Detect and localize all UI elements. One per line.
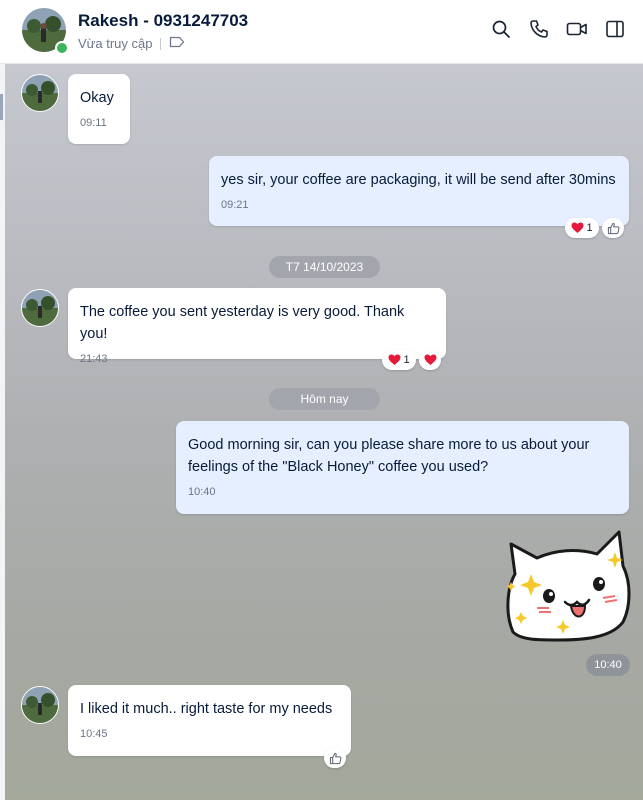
header-actions (489, 17, 627, 41)
message-bubble-incoming[interactable]: Okay 09:11 (68, 74, 130, 144)
heart-icon (424, 354, 436, 365)
status-divider (160, 37, 162, 50)
like-reaction-button[interactable] (324, 748, 346, 768)
message-text: The coffee you sent yesterday is very go… (80, 304, 405, 342)
contact-name[interactable]: Rakesh - 0931247703 (78, 11, 248, 31)
chat-header: Rakesh - 0931247703 Vừa truy cập (0, 0, 643, 64)
date-separator: T7 14/10/2023 (269, 256, 380, 278)
message-time: 09:21 (221, 199, 249, 211)
cat-sticker[interactable] (503, 522, 631, 646)
heart-reaction-badge[interactable]: 1 (565, 218, 599, 238)
sender-avatar[interactable] (21, 686, 59, 724)
tag-icon[interactable] (169, 36, 185, 51)
contact-status-line: Vừa truy cập (78, 36, 185, 51)
phone-icon[interactable] (527, 17, 551, 41)
reaction-count: 1 (403, 354, 410, 366)
thumbs-up-icon (607, 222, 619, 234)
search-icon[interactable] (489, 17, 513, 41)
sidebar-toggle-icon[interactable] (603, 17, 627, 41)
edge-marker (0, 94, 3, 120)
message-bubble-incoming[interactable]: I liked it much.. right taste for my nee… (68, 685, 351, 756)
contact-status: Vừa truy cập (78, 36, 153, 51)
message-text: Good morning sir, can you please share m… (188, 437, 590, 475)
thumbs-up-icon (329, 752, 341, 764)
video-call-icon[interactable] (565, 17, 589, 41)
heart-reaction-badge[interactable]: 1 (382, 350, 416, 370)
message-bubble-outgoing[interactable]: Good morning sir, can you please share m… (176, 421, 629, 514)
message-text: Okay (80, 90, 114, 106)
sender-avatar[interactable] (21, 289, 59, 327)
message-bubble-incoming[interactable]: The coffee you sent yesterday is very go… (68, 288, 446, 365)
message-bubble-outgoing[interactable]: yes sir, your coffee are packaging, it w… (209, 156, 629, 226)
message-text: yes sir, your coffee are packaging, it w… (221, 172, 616, 188)
message-text: I liked it much.. right taste for my nee… (80, 701, 333, 717)
reaction-count: 1 (586, 222, 593, 234)
date-separator: Hôm nay (269, 388, 380, 410)
message-time: 09:11 (80, 117, 107, 129)
chat-message-area[interactable]: Okay 09:11 yes sir, your coffee are pack… (5, 64, 643, 800)
online-status-dot (55, 41, 69, 55)
like-reaction-button[interactable] (602, 218, 624, 238)
message-time: 21:43 (80, 353, 108, 365)
sticker-time: 10:40 (586, 654, 630, 676)
message-time: 10:40 (188, 486, 216, 498)
message-time: 10:45 (80, 728, 108, 740)
heart-reaction-button[interactable] (419, 350, 441, 370)
heart-icon (571, 222, 584, 233)
sender-avatar[interactable] (21, 74, 59, 112)
heart-icon (388, 354, 401, 365)
